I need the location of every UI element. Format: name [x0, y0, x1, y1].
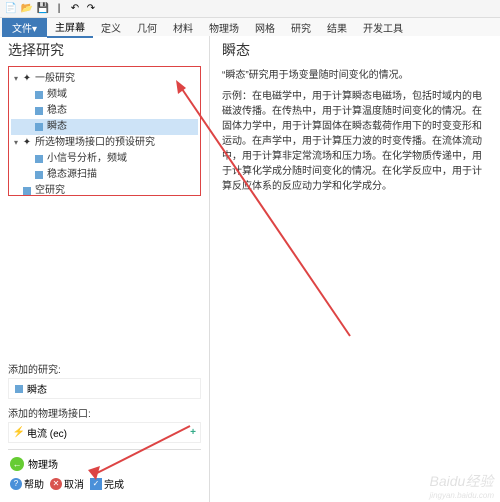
tab-home[interactable]: 主屏幕 — [47, 17, 93, 38]
bottom-nav: ← 物理场 ? 帮助 ✕ 取消 ✓ 完成 — [8, 449, 201, 498]
watermark-url: jingyan.baidu.com — [430, 491, 494, 500]
tab-materials[interactable]: 材料 — [165, 18, 201, 37]
tab-study[interactable]: 研究 — [283, 18, 319, 37]
study-icon — [33, 106, 45, 116]
added-interface-value: 电流 (ec) — [27, 425, 67, 440]
study-icon — [33, 122, 45, 132]
tab-mesh[interactable]: 网格 — [247, 18, 283, 37]
collapse-icon[interactable]: ▾ — [11, 72, 21, 86]
left-panel: 选择研究 ▾ ✦ 一般研究 频域 稳态 瞬态 ▾ ✦ 所选物理场接 — [0, 36, 210, 502]
study-icon — [33, 170, 45, 180]
action-row: ? 帮助 ✕ 取消 ✓ 完成 — [10, 473, 199, 494]
added-interface-row[interactable]: ⚡ 电流 (ec) + — [8, 422, 201, 443]
add-icon[interactable]: + — [190, 427, 196, 438]
cancel-label: 取消 — [64, 476, 84, 491]
folder-icon: ✦ — [21, 74, 33, 84]
tree-label: 所选物理场接口的预设研究 — [35, 136, 155, 150]
main-area: 选择研究 ▾ ✦ 一般研究 频域 稳态 瞬态 ▾ ✦ 所选物理场接 — [0, 36, 500, 502]
cancel-icon: ✕ — [50, 478, 62, 490]
tree-item-stationary[interactable]: 稳态 — [11, 103, 198, 119]
tree-label: 空研究 — [35, 184, 65, 198]
tree-item-transient[interactable]: 瞬态 — [11, 119, 198, 135]
added-study-value: 瞬态 — [27, 381, 47, 396]
redo-icon[interactable]: ↷ — [84, 2, 98, 16]
help-button[interactable]: ? 帮助 — [10, 476, 44, 491]
added-study-label: 添加的研究: — [8, 361, 201, 376]
tree-label: 一般研究 — [35, 72, 75, 86]
physics-icon: ⚡ — [13, 428, 25, 438]
tree-group-preset[interactable]: ▾ ✦ 所选物理场接口的预设研究 — [11, 135, 198, 151]
save-icon[interactable]: 💾 — [36, 2, 50, 16]
tree-item-frequency[interactable]: 频域 — [11, 87, 198, 103]
tree-label: 频域 — [47, 88, 67, 102]
quick-access-toolbar: 📄 📂 💾 | ↶ ↷ — [0, 0, 500, 18]
file-menu[interactable]: 文件▾ — [2, 18, 47, 37]
help-icon: ? — [10, 478, 22, 490]
done-button[interactable]: ✓ 完成 — [90, 476, 124, 491]
done-icon: ✓ — [90, 478, 102, 490]
description-body: 示例：在电磁学中，用于计算瞬态电磁场，包括时域内的电磁波传播。在传热中，用于计算… — [222, 89, 488, 194]
watermark: Baidu经验 jingyan.baidu.com — [430, 471, 494, 500]
tree-label: 稳态 — [47, 104, 67, 118]
tab-results[interactable]: 结果 — [319, 18, 355, 37]
open-icon[interactable]: 📂 — [20, 2, 34, 16]
watermark-brand: Baidu经验 — [430, 473, 494, 489]
new-icon[interactable]: 📄 — [4, 2, 18, 16]
right-panel-title: 瞬态 — [222, 40, 488, 60]
tree-label: 小信号分析，频域 — [47, 152, 127, 166]
folder-icon: ✦ — [21, 138, 33, 148]
study-icon — [21, 186, 33, 196]
tree-label: 瞬态 — [47, 120, 67, 134]
added-interface-label: 添加的物理场接口: — [8, 405, 201, 420]
tab-definitions[interactable]: 定义 — [93, 18, 129, 37]
done-label: 完成 — [104, 476, 124, 491]
tree-label: 稳态源扫描 — [47, 168, 97, 182]
tree-item-small-signal[interactable]: 小信号分析，频域 — [11, 151, 198, 167]
cancel-button[interactable]: ✕ 取消 — [50, 476, 84, 491]
ribbon-bar: 文件▾ 主屏幕 定义 几何 材料 物理场 网格 研究 结果 开发工具 — [0, 18, 500, 36]
added-study-row[interactable]: 瞬态 — [8, 378, 201, 399]
tab-physics[interactable]: 物理场 — [201, 18, 247, 37]
study-icon — [33, 154, 45, 164]
back-label: 物理场 — [28, 456, 58, 471]
back-physics-button[interactable]: ← 物理场 — [10, 454, 199, 473]
tab-geometry[interactable]: 几何 — [129, 18, 165, 37]
study-icon — [33, 90, 45, 100]
help-label: 帮助 — [24, 476, 44, 491]
study-icon — [13, 384, 25, 394]
tree-item-empty-study[interactable]: 空研究 — [11, 183, 198, 199]
tab-devtools[interactable]: 开发工具 — [355, 18, 411, 37]
study-tree: ▾ ✦ 一般研究 频域 稳态 瞬态 ▾ ✦ 所选物理场接口的预设研究 — [8, 66, 201, 196]
description-intro: “瞬态”研究用于场变量随时间变化的情况。 — [222, 66, 488, 81]
back-arrow-icon: ← — [10, 457, 24, 471]
right-panel: 瞬态 “瞬态”研究用于场变量随时间变化的情况。 示例：在电磁学中，用于计算瞬态电… — [210, 36, 500, 502]
collapse-icon[interactable]: ▾ — [11, 136, 21, 150]
sep-icon: | — [52, 2, 66, 16]
left-panel-title: 选择研究 — [8, 40, 201, 60]
tree-group-general[interactable]: ▾ ✦ 一般研究 — [11, 71, 198, 87]
undo-icon[interactable]: ↶ — [68, 2, 82, 16]
tree-item-source-sweep[interactable]: 稳态源扫描 — [11, 167, 198, 183]
